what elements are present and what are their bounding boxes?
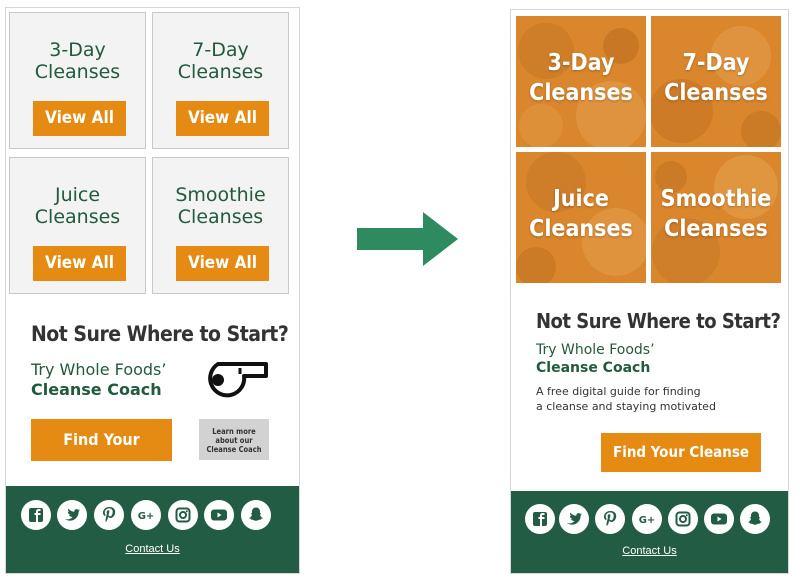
view-all-button[interactable]: View All xyxy=(176,246,269,281)
description-line-2: a cleanse and staying motivated xyxy=(536,400,716,413)
tile-title: 3-Day Cleanses xyxy=(34,39,121,83)
tile-7-day: 7-Day Cleanses View All xyxy=(152,12,289,149)
tile-title: Smoothie Cleanses xyxy=(175,184,266,228)
footer: G+ Contact Us xyxy=(511,491,788,573)
before-mockup: 3-Day Cleanses View All 7-Day Cleanses Vie… xyxy=(6,8,299,573)
coach-text: Cleanse Coach xyxy=(31,380,162,399)
google-plus-icon[interactable]: G+ xyxy=(131,500,161,530)
twitter-icon[interactable] xyxy=(559,504,589,534)
pinterest-icon[interactable] xyxy=(595,504,625,534)
tile-smoothie: Smoothie Cleanses View All xyxy=(152,157,289,294)
tile-3-day: 3-Day Cleanses View All xyxy=(9,12,146,149)
view-all-button[interactable]: View All xyxy=(33,101,126,136)
section-heading: Not Sure Where to Start? xyxy=(536,309,781,333)
learn-more-button[interactable]: Learn more about our Cleanse Coach xyxy=(199,419,269,460)
find-your-cleanse-button[interactable]: Find Your Cleanse xyxy=(31,419,172,491)
facebook-icon[interactable] xyxy=(21,500,51,530)
tile-title: Juice Cleanses xyxy=(34,184,121,228)
twitter-icon[interactable] xyxy=(57,500,87,530)
tile-title: 7-Day Cleanses xyxy=(177,39,264,83)
tile-3-day-image[interactable]: 3-Day Cleanses xyxy=(516,16,646,147)
coach-text: Cleanse Coach xyxy=(536,360,651,376)
facebook-icon[interactable] xyxy=(525,504,555,534)
snapchat-icon[interactable] xyxy=(241,500,271,530)
try-text: Try Whole Foods’ xyxy=(31,360,167,379)
svg-text:G+: G+ xyxy=(639,515,656,526)
instagram-icon[interactable] xyxy=(668,504,698,534)
tile-juice-image[interactable]: Juice Cleanses xyxy=(516,152,646,283)
description-line-1: A free digital guide for finding xyxy=(536,385,701,398)
tile-title: 3-Day Cleanses xyxy=(529,50,633,106)
try-text: Try Whole Foods’ xyxy=(536,342,655,358)
tile-title: Smoothie Cleanses xyxy=(660,186,772,242)
svg-text:G+: G+ xyxy=(138,511,155,522)
tile-title: Juice Cleanses xyxy=(529,186,633,242)
whistle-icon xyxy=(208,362,268,398)
instagram-icon[interactable] xyxy=(168,500,198,530)
arrow-right-icon xyxy=(357,212,458,266)
youtube-icon[interactable] xyxy=(704,504,734,534)
google-plus-icon[interactable]: G+ xyxy=(632,504,662,534)
view-all-button[interactable]: View All xyxy=(33,246,126,281)
contact-us-link[interactable]: Contact Us xyxy=(511,545,788,557)
pinterest-icon[interactable] xyxy=(94,500,124,530)
view-all-button[interactable]: View All xyxy=(176,101,269,136)
after-mockup: 3-Day Cleanses 7-Day Cleanses Juice Cleanse… xyxy=(511,10,788,573)
snapchat-icon[interactable] xyxy=(740,504,770,534)
footer: G+ Contact Us xyxy=(6,486,299,573)
section-heading: Not Sure Where to Start? xyxy=(31,322,289,346)
find-your-cleanse-button[interactable]: Find Your Cleanse xyxy=(601,433,761,501)
tile-juice: Juice Cleanses View All xyxy=(9,157,146,294)
youtube-icon[interactable] xyxy=(204,500,234,530)
tile-7-day-image[interactable]: 7-Day Cleanses xyxy=(651,16,781,147)
tile-smoothie-image[interactable]: Smoothie Cleanses xyxy=(651,152,781,283)
contact-us-link[interactable]: Contact Us xyxy=(6,543,299,555)
tile-title: 7-Day Cleanses xyxy=(664,50,768,106)
